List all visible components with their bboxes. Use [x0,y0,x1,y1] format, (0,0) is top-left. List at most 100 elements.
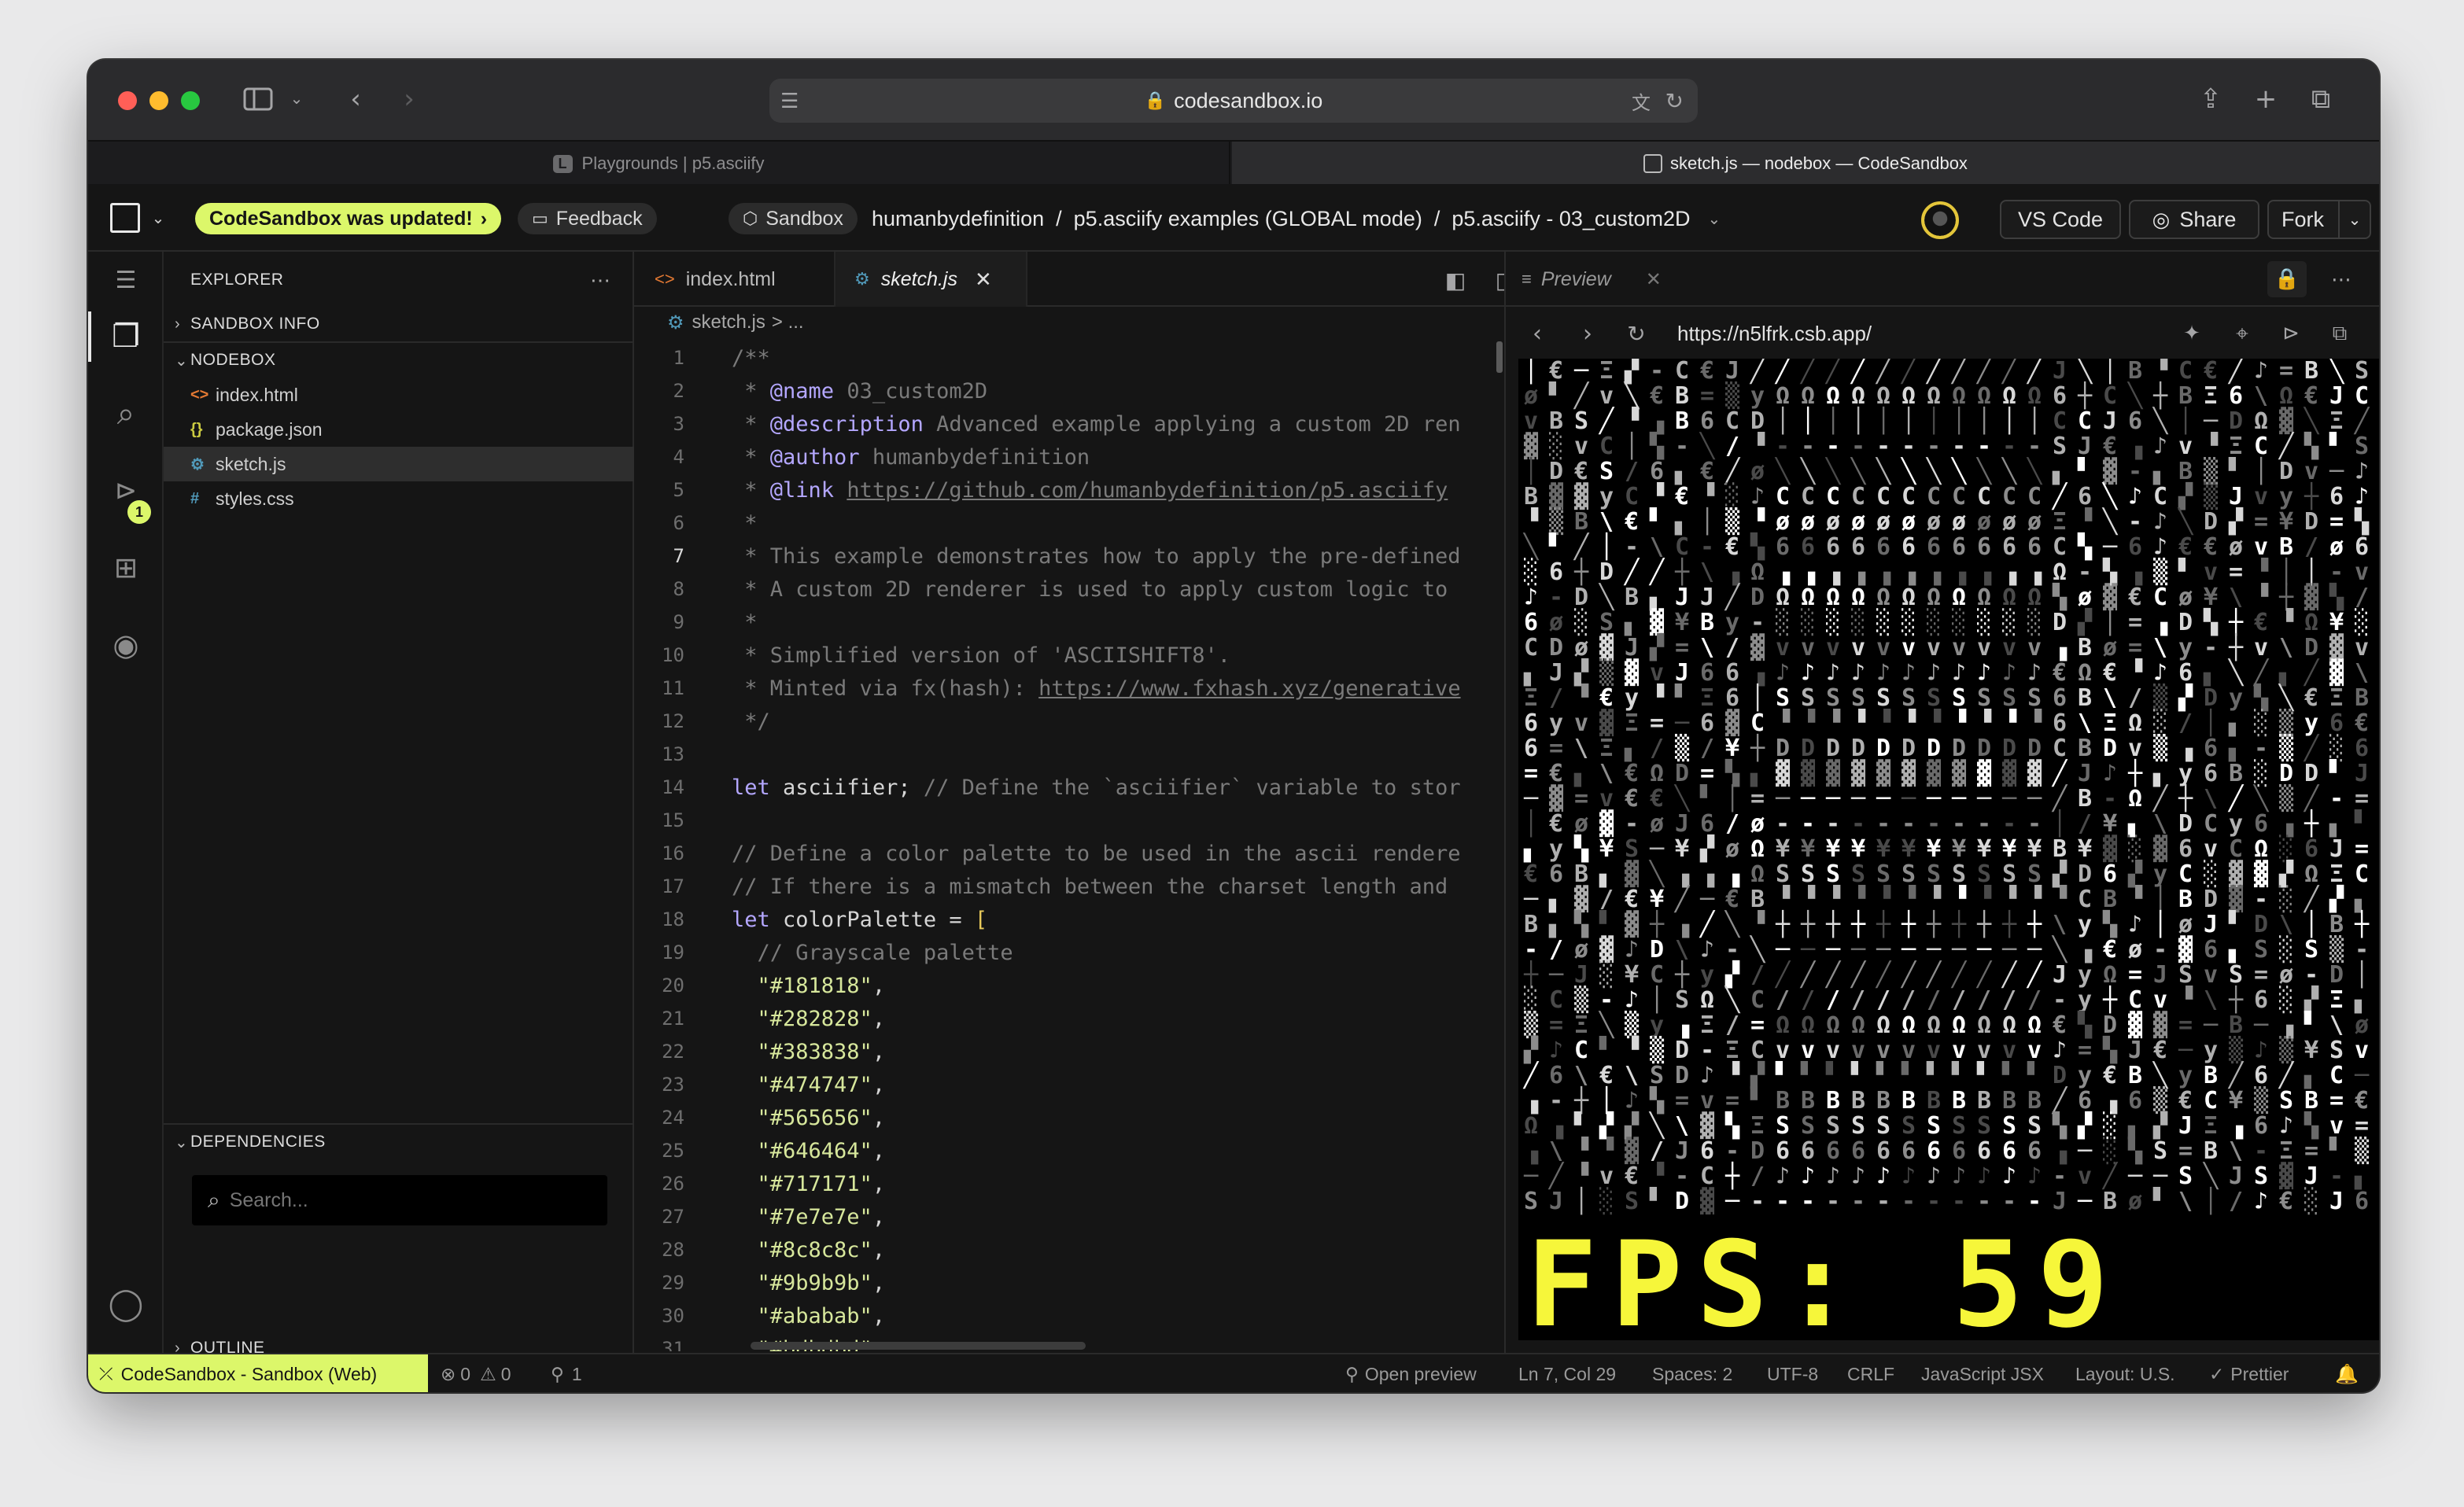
files-icon[interactable]: ❐ [105,316,146,357]
code-line[interactable]: 17 // If there is a mismatch between the … [634,870,1504,903]
code-line[interactable]: 18 let colorPalette = [ [634,903,1504,936]
sparkle-icon[interactable]: ✦ [2176,318,2208,349]
search-icon[interactable]: ⌕ [105,393,146,434]
ports-indicator[interactable]: ⚲ 1 [551,1354,582,1392]
feedback-button[interactable]: ▭ Feedback [518,203,657,234]
more-icon[interactable]: ⋯ [2324,263,2359,297]
ascii-canvas[interactable]: │ € ─ Ξ ▞ - C € J ╱ ╱ ╱ ╱ ╱ ╱ ╱ ╱ ╱ ╱ ╱ ╱ J ╲ │ B ▝ C € ╱ ♪ = B ╲ Sø ▘ ╱ v ╲ €… [1518,359,2379,1340]
translate-icon[interactable]: 文 [1632,87,1651,115]
codesandbox-logo-icon[interactable] [110,203,140,233]
open-new-window-icon[interactable]: ⧉ [2324,318,2355,349]
keyboard-layout[interactable]: Layout: U.S. [2075,1354,2175,1392]
code-line[interactable]: 2 * @name 03_custom2D [634,374,1504,407]
page-menu-icon[interactable]: ☰ [780,89,799,113]
preview-url[interactable]: https://n5lfrk.csb.app/ [1677,318,1872,349]
minimize-window-button[interactable] [149,91,168,110]
fork-button[interactable]: Fork ⌄ [2267,200,2371,239]
vertical-scrollbar[interactable] [1496,341,1503,373]
code-line[interactable]: 15 [634,804,1504,837]
code-line[interactable]: 16 // Define a color palette to be used i… [634,837,1504,870]
breadcrumb-file[interactable]: sketch.js [692,311,765,333]
extensions-icon[interactable]: ⊞ [105,547,146,588]
file-item[interactable]: ⚙ sketch.js [164,447,634,481]
code-line[interactable]: 5 * @link https://github.com/humanbydefi… [634,473,1504,507]
code-line[interactable]: 20 "#181818", [634,969,1504,1002]
code-line[interactable]: 6 * [634,507,1504,540]
code-line[interactable]: 28 "#8c8c8c", [634,1233,1504,1266]
dependencies-section[interactable]: ⌄ DEPENDENCIES [164,1125,634,1159]
close-window-button[interactable] [118,91,137,110]
sidebar-toggle-icon[interactable] [241,82,275,116]
problems-indicator[interactable]: ⊗ 0 ⚠ 0 [441,1354,511,1392]
code-line[interactable]: 26 "#717171", [634,1167,1504,1200]
cursor-position[interactable]: Ln 7, Col 29 [1518,1354,1616,1392]
remote-indicator[interactable]: ⤫ CodeSandbox - Sandbox (Web) [88,1354,428,1392]
code-line[interactable]: 14 let asciifier; // Define the `asciifie… [634,771,1504,804]
file-item[interactable]: # styles.css [164,481,634,516]
share-icon[interactable]: ⇪ [2193,80,2228,118]
code-line[interactable]: 9 * [634,606,1504,639]
more-icon[interactable]: ⋯ [590,268,610,293]
code-line[interactable]: 3 * @description Advanced example applyi… [634,407,1504,440]
line-ending[interactable]: CRLF [1847,1354,1894,1392]
account-icon[interactable]: ◯ [105,1284,146,1325]
chevron-down-icon[interactable]: ⌄ [2338,201,2370,238]
nodebox-section[interactable]: ⌄ NODEBOX [164,343,634,378]
browser-tab-sketch[interactable]: sketch.js — nodebox — CodeSandbox [1232,142,2379,186]
forward-icon[interactable]: › [392,82,426,116]
tab-sketch-js[interactable]: ⚙ sketch.js ✕ [835,252,1027,307]
browser-tab-playgrounds[interactable]: L Playgrounds | p5.asciify [88,142,1230,186]
sandbox-info-section[interactable]: › SANDBOX INFO [164,307,634,341]
code-line[interactable]: 8 * A custom 2D renderer is used to appl… [634,573,1504,606]
dependency-search[interactable]: ⌕ [192,1175,607,1225]
sandbox-path[interactable]: humanbydefinition / p5.asciify examples … [872,203,1721,234]
menu-icon[interactable]: ☰ [105,260,146,300]
new-tab-icon[interactable]: + [2248,80,2283,118]
split-panel-icon[interactable]: ◧ [1440,264,1471,296]
crosshair-icon[interactable]: ⌖ [2226,318,2258,349]
open-preview-button[interactable]: ⚲ Open preview [1345,1354,1477,1392]
github-icon[interactable]: ◉ [105,625,146,665]
notifications-bell-icon[interactable]: 🔔 [2335,1354,2359,1392]
file-item[interactable]: {} package.json [164,412,634,447]
share-button[interactable]: ◎ Share [2129,200,2259,239]
code-line[interactable]: 4 * @author humanbydefinition [634,440,1504,473]
console-icon[interactable]: ⊳ [2275,318,2307,349]
code-line[interactable]: 11 * Minted via fx(hash): https://www.fx… [634,672,1504,705]
code-line[interactable]: 19 // Grayscale palette [634,936,1504,969]
encoding[interactable]: UTF-8 [1767,1354,1818,1392]
code-line[interactable]: 12 */ [634,705,1504,738]
chevron-down-icon[interactable]: ⌄ [146,204,170,231]
forward-icon[interactable]: › [1572,318,1603,349]
code-line[interactable]: 13 [634,738,1504,771]
zoom-window-button[interactable] [181,91,200,110]
tab-index-html[interactable]: <> index.html [634,252,835,307]
update-pill[interactable]: CodeSandbox was updated! › [195,203,502,234]
code-line[interactable]: 21 "#282828", [634,1002,1504,1035]
close-icon[interactable]: ✕ [975,267,992,292]
language-mode[interactable]: JavaScript JSX [1921,1354,2044,1392]
code-line[interactable]: 1 /** [634,341,1504,374]
avatar[interactable] [1921,201,1959,239]
code-area[interactable]: 1/** 2 * @name 03_custom2D 3 * @descriptio… [634,338,1504,1352]
indentation[interactable]: Spaces: 2 [1652,1354,1732,1392]
horizontal-scrollbar[interactable] [751,1342,1086,1350]
address-bar[interactable]: ☰ 🔒 codesandbox.io 文 ↻ [769,79,1698,123]
chevron-down-icon[interactable]: ⌄ [285,87,308,110]
formatter[interactable]: ✓ Prettier [2209,1354,2289,1392]
vscode-button[interactable]: VS Code [2000,200,2121,239]
code-line[interactable]: 7 * This example demonstrates how to app… [634,540,1504,573]
back-icon[interactable]: ‹ [1522,318,1553,349]
code-line[interactable]: 22 "#383838", [634,1035,1504,1068]
dependency-search-input[interactable] [229,1188,576,1212]
tab-overview-icon[interactable]: ⧉ [2304,80,2338,118]
preview-tab[interactable]: ≡ Preview ✕ [1522,252,1662,307]
close-icon[interactable]: ✕ [1646,268,1662,291]
back-icon[interactable]: ‹ [338,82,373,116]
code-line[interactable]: 27 "#7e7e7e", [634,1200,1504,1233]
file-item[interactable]: <> index.html [164,378,634,412]
code-line[interactable]: 30 "#ababab", [634,1299,1504,1332]
reload-icon[interactable]: ↻ [1665,88,1684,114]
code-line[interactable]: 25 "#646464", [634,1134,1504,1167]
breadcrumb-rest[interactable]: > ... [772,311,804,333]
